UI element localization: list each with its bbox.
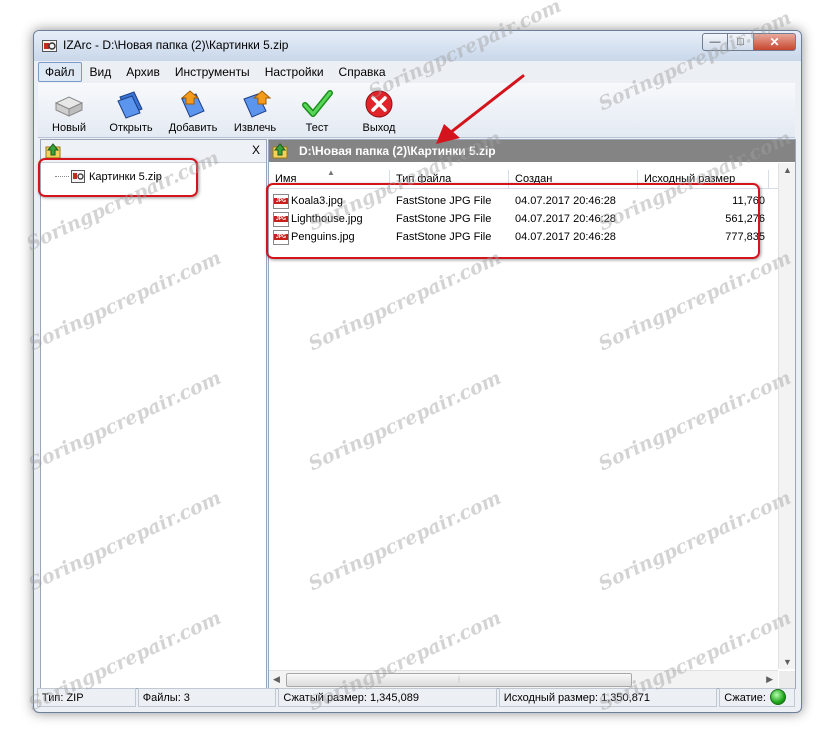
izarc-app-icon [42,40,57,52]
scroll-up-icon[interactable]: ▲ [783,165,792,175]
file-name: Koala3.jpg [291,195,343,207]
column-size[interactable]: Исходный размер [638,170,769,188]
file-name-cell: JPG Penguins.jpg [269,229,390,245]
status-files: Файлы: 3 [137,688,277,707]
minimize-button[interactable]: — [702,33,728,51]
maximize-button[interactable]: □ [728,33,753,51]
jpg-file-icon: JPG [273,193,289,209]
izarc-window: IZArc - D:\Новая папка (2)\Картинки 5.zi… [33,30,802,713]
jpg-file-icon: JPG [273,211,289,227]
status-bar: Тип: ZIP Файлы: 3 Сжатый размер: 1,345,0… [37,688,797,709]
file-size: 777,835 [725,231,765,243]
jpg-icon-label: JPG [274,197,288,204]
status-original-size: Исходный размер: 1,350,871 [498,688,718,707]
new-button[interactable]: Новый [38,83,100,137]
toolbar: Новый Открыть Добавить Извлечь Тест Выхо… [38,83,795,138]
new-archive-icon [54,96,84,117]
file-type: FastStone JPG File [396,213,492,225]
vertical-scrollbar[interactable]: ▲ ▼ [778,163,795,669]
file-name-cell: JPG Koala3.jpg [269,193,390,209]
file-name: Lighthouse.jpg [291,213,363,225]
file-created: 04.07.2017 20:46:28 [515,195,616,207]
open-label: Открыть [109,122,153,134]
file-name: Penguins.jpg [291,231,355,243]
jpg-icon-label: JPG [274,215,288,222]
open-folder-icon [117,91,143,119]
menu-tools[interactable]: Инструменты [168,62,257,82]
status-compression: Сжатие: [719,688,795,707]
checkmark-icon [302,90,333,117]
tree-connector [55,176,69,177]
column-headers: ▲ Имя Тип файла Создан Исходный размер [269,168,779,189]
exit-icon [365,90,393,118]
menu-settings[interactable]: Настройки [258,62,331,82]
new-label: Новый [52,122,86,134]
tree-item-archive[interactable]: Картинки 5.zip [55,170,162,183]
file-list: JPG Koala3.jpg FastStone JPG File 04.07.… [269,192,779,246]
close-button[interactable]: ✕ [753,33,796,51]
file-created: 04.07.2017 20:46:28 [515,231,616,243]
scroll-left-icon[interactable]: ◀ [273,674,280,685]
jpg-icon-label: JPG [274,233,288,240]
add-label: Добавить [168,122,218,134]
status-type: Тип: ZIP [37,688,136,707]
file-created: 04.07.2017 20:46:28 [515,213,616,225]
annotation-arrow-icon [436,74,525,144]
file-row[interactable]: JPG Koala3.jpg FastStone JPG File 04.07.… [269,192,779,210]
scroll-down-icon[interactable]: ▼ [783,657,792,667]
minimize-icon: — [709,36,721,48]
menu-file[interactable]: Файл [38,62,82,82]
menu-help[interactable]: Справка [332,62,393,82]
folder-tree-pane: X Картинки 5.zip [40,139,267,689]
column-name[interactable]: ▲ Имя [269,168,390,188]
horizontal-scroll-thumb[interactable]: ⦙ [286,673,632,687]
folder-up-icon[interactable] [45,143,61,159]
column-created[interactable]: Создан [509,170,638,188]
open-button[interactable]: Открыть [100,83,162,137]
jpg-file-icon: JPG [273,229,289,245]
column-type[interactable]: Тип файла [390,170,509,188]
menu-bar: Файл Вид Архив Инструменты Настройки Спр… [38,62,394,82]
status-compression-label: Сжатие: [724,692,766,704]
file-row[interactable]: JPG Lighthouse.jpg FastStone JPG File 04… [269,210,779,228]
file-type: FastStone JPG File [396,231,492,243]
extract-icon [243,90,272,118]
file-list-pane: D:\Новая папка (2)\Картинки 5.zip ▲ Имя … [268,139,796,689]
close-icon: ✕ [769,35,780,49]
path-bar: D:\Новая папка (2)\Картинки 5.zip [269,140,795,162]
window-title: IZArc - D:\Новая папка (2)\Картинки 5.zi… [63,38,289,52]
test-button[interactable]: Тест [286,83,348,137]
file-row[interactable]: JPG Penguins.jpg FastStone JPG File 04.0… [269,228,779,246]
add-icon [180,90,205,118]
exit-label: Выход [362,122,396,134]
parent-folder-icon[interactable] [272,143,288,159]
tree-item-label: Картинки 5.zip [89,170,162,183]
zip-archive-icon [71,170,85,183]
test-label: Тест [305,122,329,134]
tree-close-button[interactable]: X [252,143,260,157]
status-led-icon [769,689,786,706]
title-bar[interactable]: IZArc - D:\Новая папка (2)\Картинки 5.zi… [34,31,801,61]
horizontal-scrollbar[interactable]: ◀ ⦙ ▶ [269,670,778,688]
file-size: 11,760 [732,195,765,207]
scrollbar-corner [779,671,795,688]
scroll-right-icon[interactable]: ▶ [766,674,773,685]
extract-label: Извлечь [233,122,277,134]
menu-archive[interactable]: Архив [119,62,167,82]
maximize-icon: □ [737,36,744,48]
file-size: 561,276 [725,213,765,225]
tree-header: X [41,140,266,163]
caption-buttons: — □ ✕ [702,33,796,51]
status-compressed-size: Сжатый размер: 1,345,089 [278,688,497,707]
extract-button[interactable]: Извлечь [224,83,286,137]
column-name-label: Имя [275,173,297,185]
exit-button[interactable]: Выход [348,83,410,137]
menu-view[interactable]: Вид [83,62,119,82]
file-type: FastStone JPG File [396,195,492,207]
file-name-cell: JPG Lighthouse.jpg [269,211,390,227]
add-button[interactable]: Добавить [162,83,224,137]
sort-ascending-icon: ▲ [327,168,335,177]
